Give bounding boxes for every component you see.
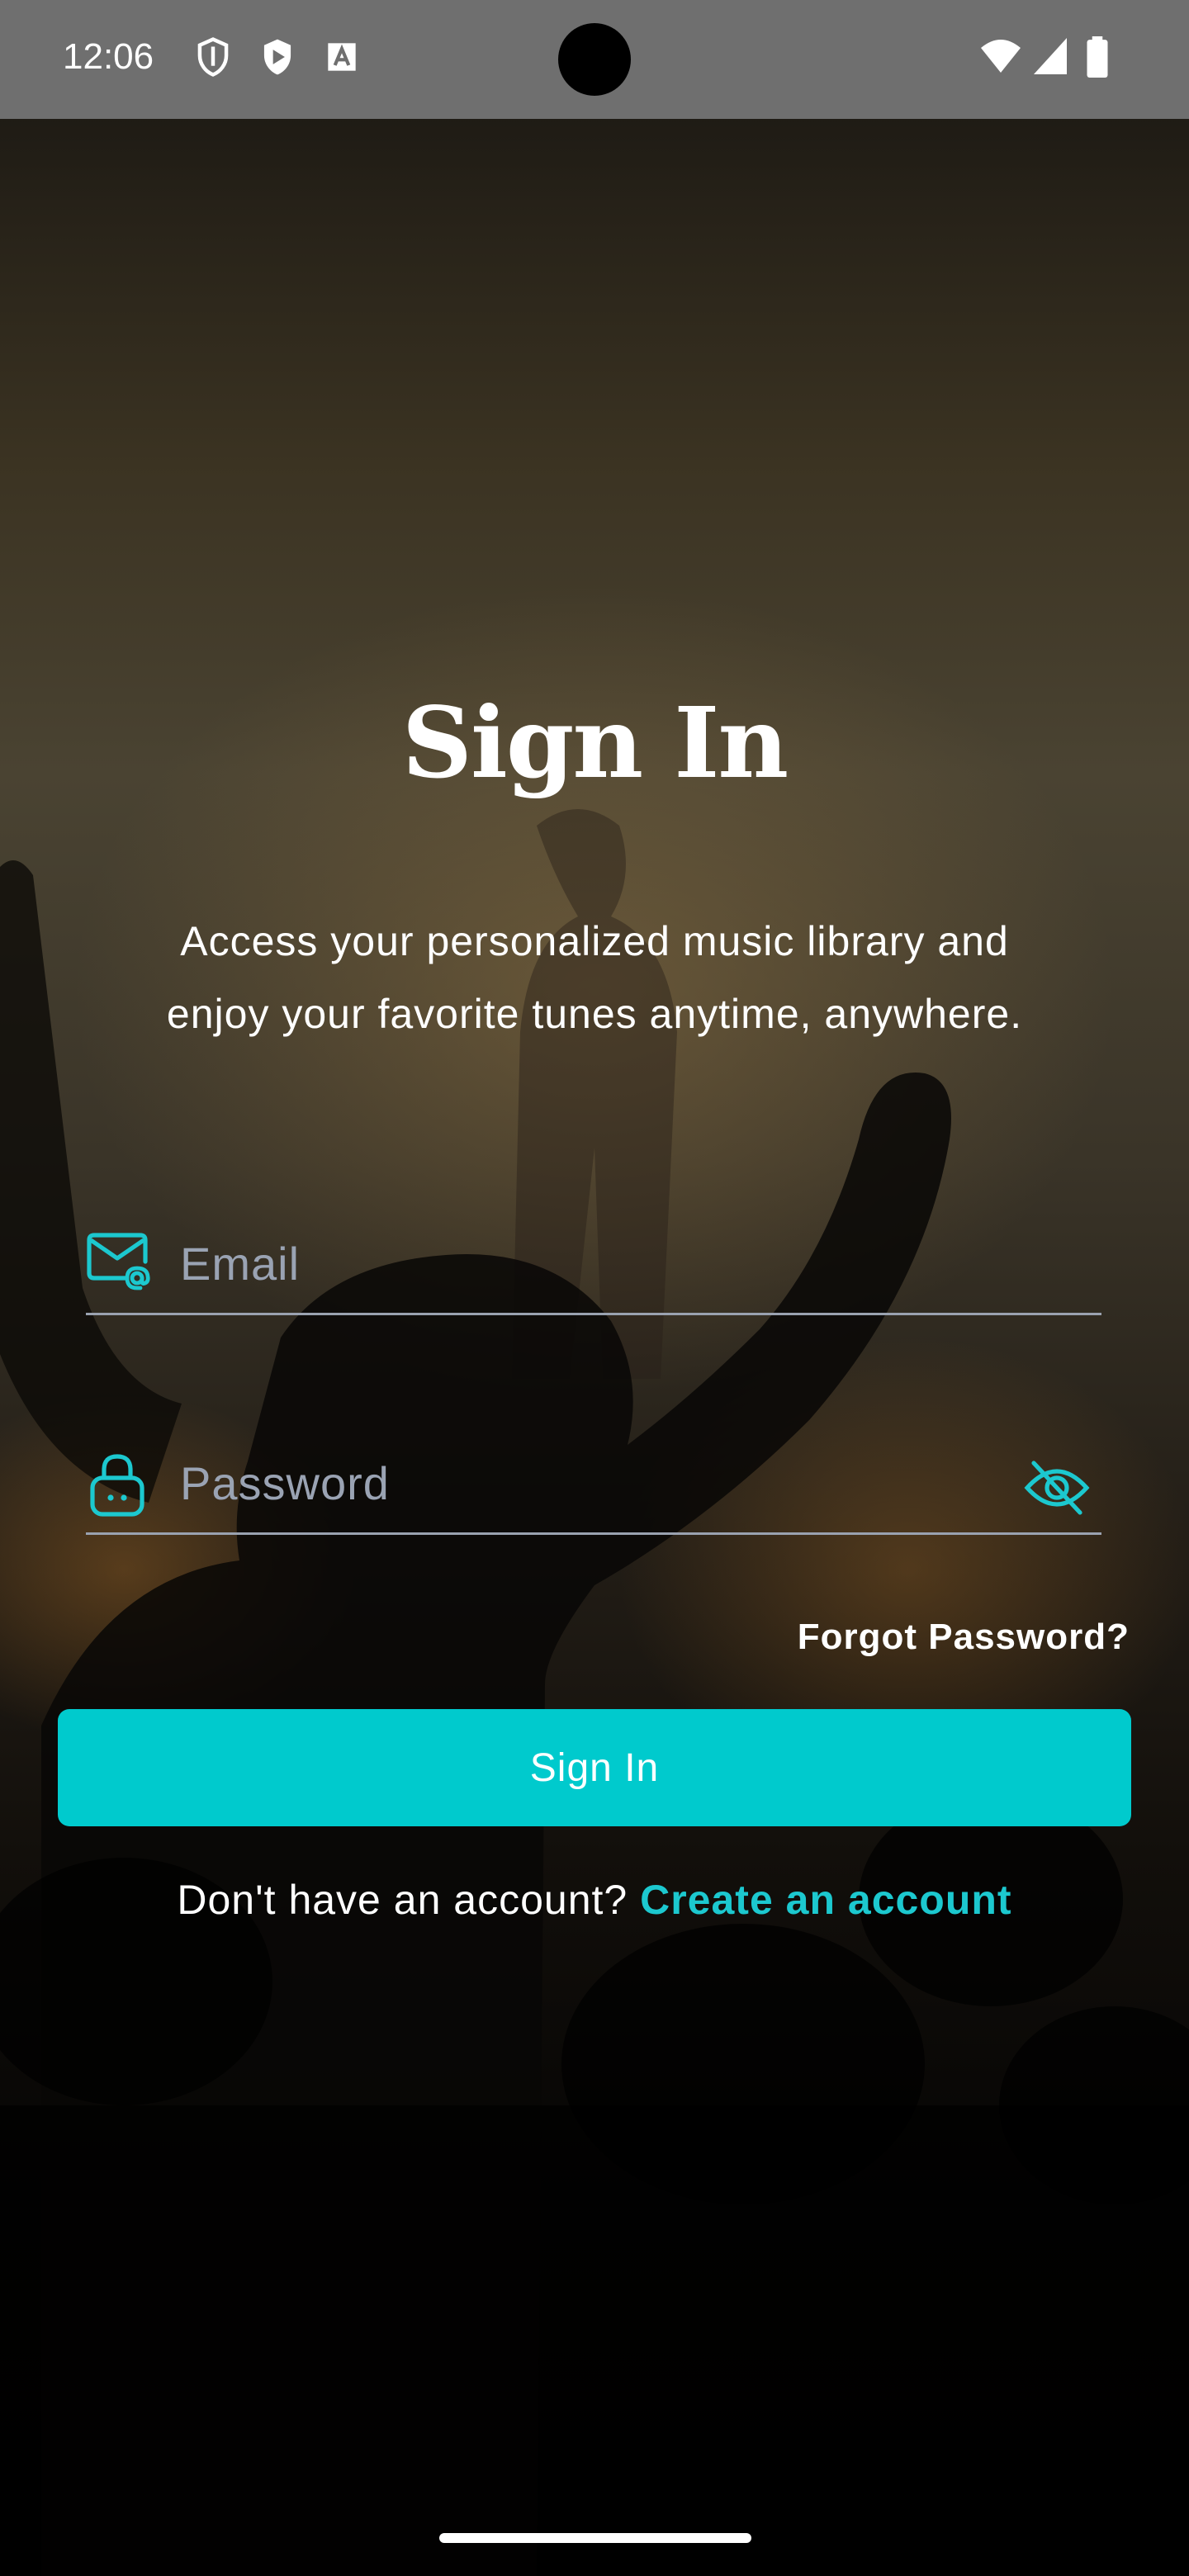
status-bar: 12:06 (0, 0, 1189, 119)
password-placeholder: Password (180, 1457, 390, 1509)
eye-off-icon[interactable] (1024, 1458, 1090, 1516)
create-account-link[interactable]: Create an account (640, 1877, 1011, 1923)
sign-in-button[interactable]: Sign In (58, 1709, 1131, 1826)
password-field[interactable]: Password (86, 1433, 1101, 1535)
status-time: 12:06 (63, 36, 154, 77)
mail-at-icon (87, 1233, 150, 1290)
lock-icon (90, 1454, 144, 1517)
forgot-password-link[interactable]: Forgot Password? (798, 1617, 1130, 1658)
camera-cutout (558, 23, 631, 96)
wifi-icon (981, 40, 1021, 73)
home-indicator[interactable] (439, 2533, 751, 2543)
font-icon (328, 43, 356, 71)
page-subtitle: Access your personalized music library a… (166, 918, 1023, 1037)
play-protect-icon (263, 39, 291, 75)
signal-icon (1034, 38, 1067, 74)
page-title: Sign In (401, 685, 789, 800)
email-placeholder: Email (180, 1238, 301, 1290)
create-account-prompt: Don't have an account? Create an account (0, 1876, 1189, 1924)
shield-icon (197, 37, 229, 77)
no-account-text: Don't have an account? (177, 1877, 628, 1923)
email-field[interactable]: Email (86, 1214, 1101, 1315)
battery-icon (1087, 36, 1108, 78)
